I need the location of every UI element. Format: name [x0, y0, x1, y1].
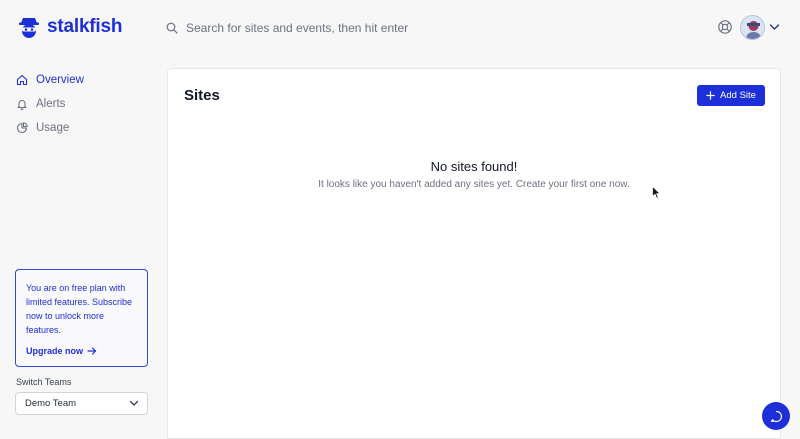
- sidebar-item-alerts[interactable]: Alerts: [16, 92, 156, 116]
- sites-panel: Sites Add Site No sites found! It looks …: [167, 68, 781, 439]
- chat-widget-button[interactable]: [762, 402, 790, 430]
- sidebar-item-label: Overview: [36, 74, 84, 86]
- add-site-label: Add Site: [720, 90, 756, 101]
- arrow-right-icon: [87, 347, 97, 355]
- pie-chart-icon: [16, 122, 28, 134]
- spy-fish-logo-icon: [19, 18, 39, 38]
- add-site-button[interactable]: Add Site: [697, 85, 765, 106]
- switch-teams-label: Switch Teams: [16, 377, 72, 387]
- help-lifebuoy-icon[interactable]: [717, 19, 733, 35]
- sidebar-item-overview[interactable]: Overview: [16, 68, 156, 92]
- sidebar-item-label: Alerts: [36, 98, 66, 110]
- sidebar-item-label: Usage: [36, 122, 70, 134]
- sidebar-item-usage[interactable]: Usage: [16, 116, 156, 140]
- search-icon: [166, 22, 178, 34]
- empty-state-title: No sites found!: [430, 159, 518, 174]
- upgrade-link-label: Upgrade now: [26, 346, 84, 356]
- search-bar[interactable]: Search for sites and events, then hit en…: [166, 18, 408, 38]
- top-bar: stalkfish Search for sites and events, t…: [0, 0, 800, 56]
- search-input[interactable]: Search for sites and events, then hit en…: [186, 21, 408, 35]
- empty-state-message: It looks like you haven't added any site…: [318, 179, 630, 190]
- chevron-down-icon: [129, 400, 139, 406]
- team-select[interactable]: Demo Team: [15, 392, 148, 415]
- free-plan-notice: You are on free plan with limited featur…: [15, 269, 148, 367]
- home-icon: [16, 74, 28, 86]
- user-avatar[interactable]: [740, 15, 765, 40]
- chat-bubble-icon: [770, 410, 782, 422]
- chevron-down-icon[interactable]: [769, 23, 780, 31]
- mouse-cursor-icon: [652, 186, 661, 199]
- sidebar-nav: Overview Alerts Usage: [16, 68, 156, 140]
- team-select-value: Demo Team: [25, 398, 77, 409]
- avatar-image: [746, 21, 761, 39]
- upgrade-now-link[interactable]: Upgrade now: [26, 346, 97, 356]
- bell-icon: [17, 100, 27, 110]
- page-title: Sites: [184, 87, 220, 104]
- plus-icon: [706, 91, 715, 100]
- brand-name: stalkfish: [47, 16, 123, 37]
- plan-notice-text: You are on free plan with limited featur…: [26, 283, 133, 335]
- brand-logo[interactable]: stalkfish: [17, 13, 122, 41]
